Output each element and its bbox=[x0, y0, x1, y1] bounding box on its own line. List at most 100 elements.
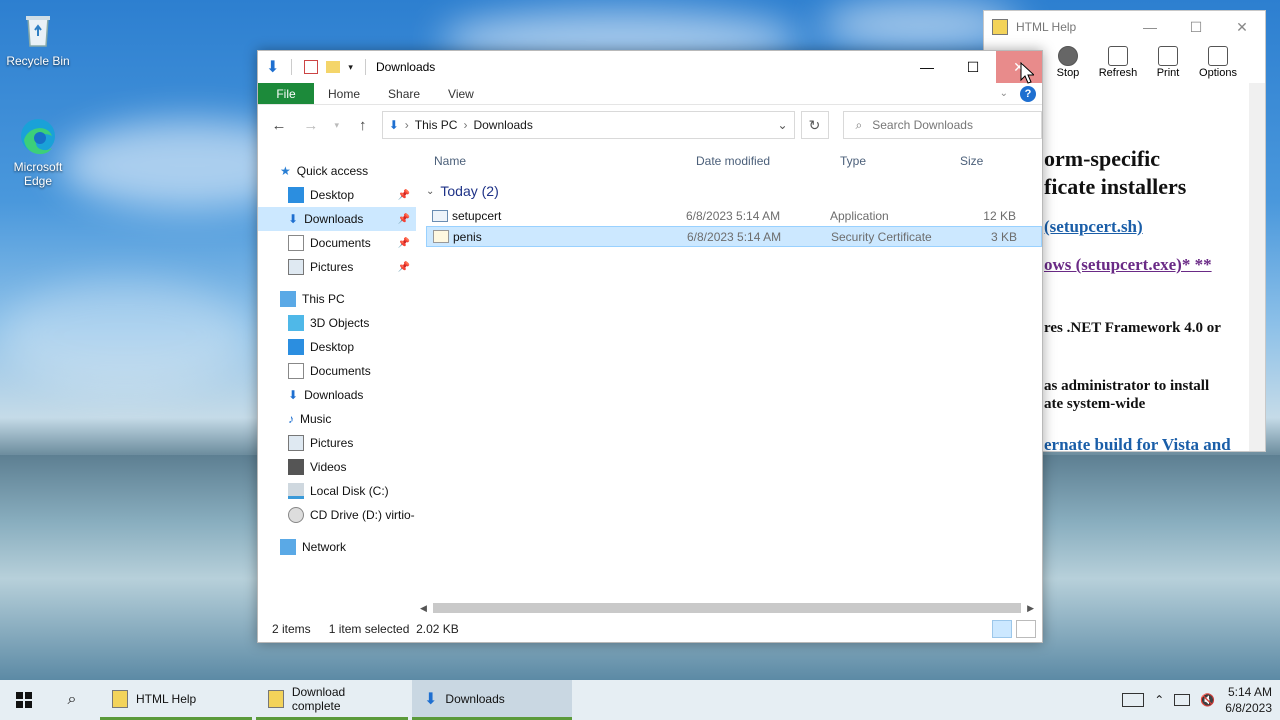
taskbar-download-complete[interactable]: Download complete bbox=[256, 680, 408, 720]
nav-desktop[interactable]: Desktop bbox=[258, 335, 416, 359]
refresh-icon bbox=[1108, 46, 1128, 66]
nav-quick-access[interactable]: ★ Quick access bbox=[258, 159, 416, 183]
heading-line-2: ficate installers bbox=[1044, 174, 1187, 199]
taskbar-html-help[interactable]: HTML Help bbox=[100, 680, 252, 720]
scroll-thumb[interactable] bbox=[432, 603, 1022, 613]
minimize-button[interactable]: — bbox=[904, 51, 950, 83]
keyboard-icon[interactable] bbox=[1122, 693, 1145, 707]
group-header-today[interactable]: ⌄ Today (2) bbox=[426, 177, 1042, 205]
details-view-icon[interactable] bbox=[992, 620, 1012, 638]
volume-muted-icon[interactable]: 🔇 bbox=[1200, 693, 1215, 707]
expand-ribbon-icon[interactable]: ⌄ bbox=[1000, 88, 1008, 99]
nav-local-disk[interactable]: Local Disk (C:) bbox=[258, 479, 416, 503]
help-vertical-scrollbar[interactable] bbox=[1249, 83, 1265, 451]
refresh-button[interactable]: Refresh bbox=[1094, 43, 1142, 83]
help-close-button[interactable]: ✕ bbox=[1219, 19, 1265, 36]
network-tray-icon[interactable] bbox=[1174, 694, 1191, 706]
alternate-build-link[interactable]: ernate build for Vista and bbox=[1044, 435, 1231, 451]
column-date-modified[interactable]: Date modified bbox=[688, 154, 832, 168]
help-icon[interactable]: ? bbox=[1020, 85, 1036, 102]
file-row-penis[interactable]: penis 6/8/2023 5:14 AM Security Certific… bbox=[426, 226, 1042, 247]
close-button[interactable]: ✕ bbox=[996, 51, 1042, 83]
nav-cd-drive[interactable]: CD Drive (D:) virtio- bbox=[258, 503, 416, 527]
column-name[interactable]: Name bbox=[426, 154, 688, 168]
nav-documents[interactable]: Documents bbox=[258, 359, 416, 383]
help-titlebar[interactable]: HTML Help — ☐ ✕ bbox=[984, 11, 1265, 43]
setupcert-exe-link[interactable]: ows (setupcert.exe)* ** bbox=[1044, 255, 1212, 274]
tab-file[interactable]: File bbox=[258, 83, 314, 104]
file-row-setupcert[interactable]: setupcert 6/8/2023 5:14 AM Application 1… bbox=[426, 205, 1042, 226]
nav-this-pc[interactable]: This PC bbox=[258, 287, 416, 311]
edge-desktop-icon[interactable]: Microsoft Edge bbox=[0, 116, 76, 188]
print-button[interactable]: Print bbox=[1144, 43, 1192, 83]
up-button[interactable]: ↑ bbox=[350, 117, 376, 134]
nav-label: Music bbox=[300, 412, 332, 426]
edge-label: Microsoft Edge bbox=[13, 160, 63, 188]
show-hidden-icons-icon[interactable]: ⌃ bbox=[1154, 693, 1164, 707]
ribbon-tabs: File Home Share View ⌄ ? bbox=[258, 83, 1042, 105]
help-maximize-button[interactable]: ☐ bbox=[1173, 19, 1219, 36]
nav-network[interactable]: Network bbox=[258, 535, 416, 559]
tab-share[interactable]: Share bbox=[374, 83, 434, 104]
column-size[interactable]: Size bbox=[952, 154, 1022, 168]
start-button[interactable] bbox=[0, 680, 48, 720]
file-size: 12 KB bbox=[983, 208, 1016, 223]
new-folder-icon[interactable] bbox=[326, 61, 341, 73]
options-button[interactable]: Options bbox=[1194, 43, 1242, 83]
file-explorer-window[interactable]: ⬇ ▾ Downloads — ☐ ✕ File Home Share View… bbox=[257, 50, 1043, 643]
downloads-folder-icon: ⬇ bbox=[388, 118, 399, 132]
setupcert-sh-link[interactable]: (setupcert.sh) bbox=[1044, 217, 1143, 236]
nav-videos[interactable]: Videos bbox=[258, 455, 416, 479]
print-icon bbox=[1158, 46, 1178, 66]
group-label: Today (2) bbox=[440, 183, 499, 199]
explorer-titlebar[interactable]: ⬇ ▾ Downloads — ☐ ✕ bbox=[258, 51, 1042, 83]
large-icons-view-icon[interactable] bbox=[1016, 620, 1036, 638]
nav-music[interactable]: ♪ Music bbox=[258, 407, 416, 431]
desktop-icon bbox=[288, 339, 304, 355]
quick-access-dropdown-icon[interactable]: ▾ bbox=[348, 62, 353, 73]
chevron-down-icon: ⌄ bbox=[426, 185, 435, 197]
nav-3d-objects[interactable]: 3D Objects bbox=[258, 311, 416, 335]
back-button[interactable]: ← bbox=[266, 117, 292, 134]
breadcrumb-separator-icon: › bbox=[404, 118, 409, 132]
tab-home[interactable]: Home bbox=[314, 83, 374, 104]
recycle-bin-label: Recycle Bin bbox=[6, 54, 70, 68]
breadcrumb-this-pc[interactable]: This PC bbox=[415, 118, 458, 132]
help-minimize-button[interactable]: — bbox=[1127, 19, 1173, 36]
nav-label: Quick access bbox=[296, 164, 369, 178]
maximize-button[interactable]: ☐ bbox=[950, 51, 996, 83]
selection-status: 1 item selected 2.02 KB bbox=[329, 622, 459, 636]
nav-quick-downloads[interactable]: ⬇ Downloads 📌 bbox=[258, 207, 416, 231]
taskbar-search-button[interactable]: ⌕ bbox=[48, 680, 96, 720]
taskbar: ⌕ HTML Help Download complete ⬇ Download… bbox=[0, 680, 1280, 720]
nav-pictures[interactable]: Pictures bbox=[258, 431, 416, 455]
recycle-bin-icon[interactable]: Recycle Bin bbox=[0, 10, 76, 68]
address-dropdown-icon[interactable]: ⌄ bbox=[772, 118, 794, 132]
scroll-left-icon[interactable]: ◀ bbox=[420, 603, 427, 614]
properties-icon[interactable] bbox=[304, 60, 319, 74]
clock[interactable]: 5:14 AM 6/8/2023 bbox=[1225, 684, 1272, 716]
search-input[interactable]: ⌕ Search Downloads bbox=[842, 111, 1042, 139]
scroll-right-icon[interactable]: ▶ bbox=[1027, 603, 1034, 614]
nav-label: Local Disk (C:) bbox=[310, 484, 389, 498]
column-type[interactable]: Type bbox=[832, 154, 952, 168]
file-date: 6/8/2023 5:14 AM bbox=[687, 229, 782, 244]
breadcrumb-downloads[interactable]: Downloads bbox=[473, 118, 532, 132]
tab-view[interactable]: View bbox=[434, 83, 488, 104]
refresh-button[interactable]: ↻ bbox=[800, 111, 829, 139]
nav-downloads[interactable]: ⬇ Downloads bbox=[258, 383, 416, 407]
horizontal-scrollbar[interactable]: ◀ ▶ bbox=[420, 600, 1034, 616]
nav-quick-desktop[interactable]: Desktop 📌 bbox=[258, 183, 416, 207]
nav-quick-documents[interactable]: Documents 📌 bbox=[258, 231, 416, 255]
forward-button[interactable]: → bbox=[298, 117, 324, 134]
documents-icon bbox=[288, 363, 304, 379]
taskbar-downloads[interactable]: ⬇ Downloads bbox=[412, 680, 572, 720]
stop-button[interactable]: Stop bbox=[1044, 43, 1092, 83]
address-bar[interactable]: ⬇ › This PC › Downloads ⌄ bbox=[381, 111, 795, 139]
nav-label: Videos bbox=[310, 460, 347, 474]
nav-quick-pictures[interactable]: Pictures 📌 bbox=[258, 255, 416, 279]
pin-icon: 📌 bbox=[397, 237, 410, 249]
nav-label: Desktop bbox=[310, 340, 355, 354]
pin-icon: 📌 bbox=[397, 189, 410, 201]
recent-locations-button[interactable]: ▾ bbox=[330, 120, 344, 131]
